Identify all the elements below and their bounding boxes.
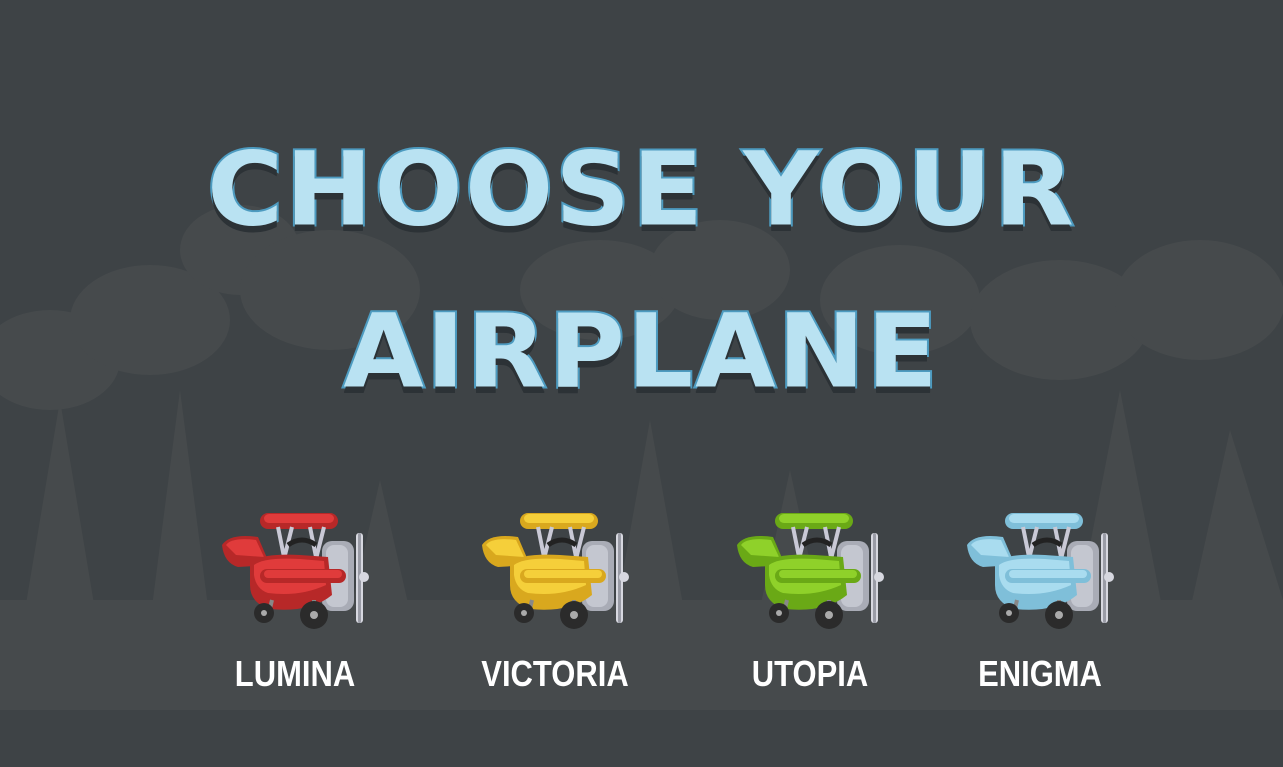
green-biplane-icon	[737, 513, 884, 629]
plane-name-label: VICTORIA	[481, 653, 629, 694]
title-line-2: AIRPLANE	[341, 289, 940, 412]
yellow-biplane-icon	[482, 513, 629, 629]
plane-option-victoria[interactable]: VICTORIA	[445, 505, 645, 715]
blue-biplane-icon	[967, 513, 1114, 629]
title-line-1: CHOOSE YOUR	[205, 127, 1076, 250]
plane-option-enigma[interactable]: ENIGMA	[930, 505, 1130, 715]
plane-name-label: ENIGMA	[978, 653, 1102, 694]
red-biplane-icon	[222, 513, 369, 629]
plane-option-lumina[interactable]: LUMINA	[185, 505, 385, 715]
plane-name-label: UTOPIA	[751, 653, 869, 694]
plane-option-utopia[interactable]: UTOPIA	[700, 505, 900, 715]
plane-name-label: LUMINA	[234, 653, 356, 694]
